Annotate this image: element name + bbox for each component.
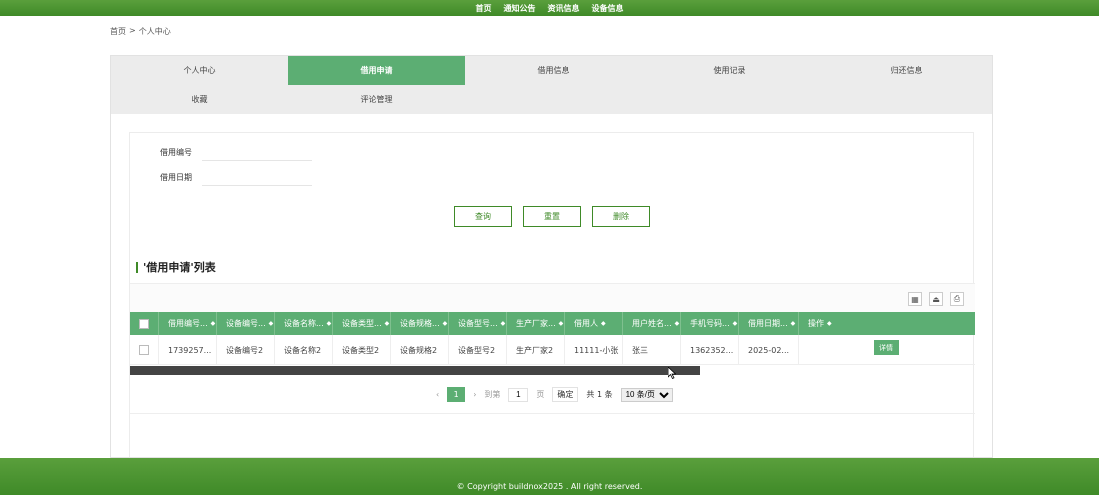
sort-icon[interactable]: ◆: [501, 320, 506, 327]
action-buttons: 查询 重置 删除: [454, 206, 650, 227]
horizontal-scrollbar[interactable]: [130, 366, 700, 375]
header-borrow-date[interactable]: 借用日期... ◆: [739, 312, 799, 335]
sort-icon[interactable]: ◆: [601, 320, 606, 327]
pagination: ‹ 1 › 到第 页 确定 共 1 条 10 条/页: [436, 387, 673, 402]
cell-manufacturer: 生产厂家2: [507, 335, 565, 365]
cell-user-name: 张三: [623, 335, 681, 365]
header-borrower[interactable]: 借用人 ◆: [565, 312, 623, 335]
nav-devices[interactable]: 设备信息: [592, 3, 624, 14]
borrow-no-input[interactable]: [202, 143, 312, 161]
pager-divider: [130, 413, 975, 414]
next-page-icon[interactable]: ›: [473, 390, 476, 399]
cell-borrow-date: 2025-02...: [739, 335, 799, 365]
search-row-borrow-no: 借用编号: [160, 143, 312, 161]
select-all-checkbox[interactable]: [139, 318, 149, 329]
goto-label: 到第: [484, 390, 501, 399]
title-accent-bar: [136, 261, 138, 273]
export-icon[interactable]: ⏏: [929, 292, 943, 306]
page-unit-label: 页: [536, 390, 545, 399]
row-select-cell: [130, 335, 159, 365]
cell-device-spec: 设备规格2: [391, 335, 449, 365]
detail-button[interactable]: 详情: [873, 340, 899, 355]
nav-notice[interactable]: 通知公告: [504, 3, 536, 14]
content-area: 借用编号 借用日期 查询 重置 删除 '借用申请'列表 ▦ ⏏ ⎙ 借用编号..…: [129, 132, 975, 457]
borrow-date-label: 借用日期: [160, 172, 192, 182]
user-center-panel: 个人中心 借用申请 借用信息 使用记录 归还信息 收藏 评论管理 借用编号 借用…: [110, 55, 993, 458]
sort-icon[interactable]: ◆: [791, 320, 796, 327]
columns-icon[interactable]: ▦: [908, 292, 922, 306]
header-device-type[interactable]: 设备类型... ◆: [333, 312, 391, 335]
table-row: 1739257... 设备编号2 设备名称2 设备类型2 设备规格2 设备型号2…: [130, 335, 975, 365]
header-manufacturer[interactable]: 生产厂家... ◆: [507, 312, 565, 335]
search-row-borrow-date: 借用日期: [160, 168, 312, 186]
tab-personal-center[interactable]: 个人中心: [111, 56, 288, 85]
cell-device-model: 设备型号2: [449, 335, 507, 365]
table-header: 借用编号... ◆ 设备编号... ◆ 设备名称... ◆ 设备类型... ◆ 设备规格…: [130, 312, 975, 335]
print-icon[interactable]: ⎙: [950, 292, 964, 306]
footer: © Copyright buildnox2025 . All right res…: [0, 458, 1099, 495]
header-actions: 操作 ◆: [808, 319, 832, 328]
sort-icon[interactable]: ◆: [269, 320, 274, 327]
cell-borrower: 11111-小张: [565, 335, 623, 365]
sort-icon[interactable]: ◆: [327, 320, 332, 327]
row-checkbox[interactable]: [139, 345, 149, 355]
select-all-cell: [130, 312, 159, 335]
page-1-button[interactable]: 1: [447, 387, 466, 402]
delete-button[interactable]: 删除: [592, 206, 650, 227]
page-size-select[interactable]: 10 条/页: [620, 387, 673, 402]
header-device-spec[interactable]: 设备规格... ◆: [391, 312, 449, 335]
header-device-model[interactable]: 设备型号... ◆: [449, 312, 507, 335]
top-nav: 首页 通知公告 资讯信息 设备信息: [0, 0, 1099, 16]
prev-page-icon[interactable]: ‹: [436, 390, 439, 399]
cell-borrow-no: 1739257...: [159, 335, 217, 365]
breadcrumb-separator: >: [129, 26, 136, 35]
list-title-text: '借用申请'列表: [143, 261, 216, 274]
cell-phone: 1362352...: [681, 335, 739, 365]
sort-icon[interactable]: ◆: [559, 320, 564, 327]
tab-usage-record[interactable]: 使用记录: [641, 56, 818, 85]
header-device-no[interactable]: 设备编号... ◆: [217, 312, 275, 335]
table-toolbar: ▦ ⏏ ⎙: [130, 283, 975, 312]
tab-favorites[interactable]: 收藏: [111, 85, 288, 114]
breadcrumb: 首页 > 个人中心: [110, 26, 171, 37]
tab-bar: 个人中心 借用申请 借用信息 使用记录 归还信息 收藏 评论管理: [111, 56, 992, 114]
sort-icon[interactable]: ◆: [211, 320, 216, 327]
header-user-name[interactable]: 用户姓名... ◆: [623, 312, 681, 335]
header-phone[interactable]: 手机号码... ◆: [681, 312, 739, 335]
breadcrumb-home[interactable]: 首页: [110, 26, 126, 37]
cell-device-type: 设备类型2: [333, 335, 391, 365]
query-button[interactable]: 查询: [454, 206, 512, 227]
tab-borrow-info[interactable]: 借用信息: [465, 56, 642, 85]
sort-icon[interactable]: ◆: [443, 320, 448, 327]
sort-icon[interactable]: ◆: [733, 320, 738, 327]
cell-device-no: 设备编号2: [217, 335, 275, 365]
goto-confirm-button[interactable]: 确定: [552, 387, 579, 402]
breadcrumb-current: 个人中心: [138, 27, 171, 36]
borrow-date-input[interactable]: [202, 168, 312, 186]
cell-actions: 详情: [799, 335, 973, 365]
total-count: 共 1 条: [586, 390, 613, 399]
nav-news[interactable]: 资讯信息: [548, 3, 580, 14]
sort-icon[interactable]: ◆: [385, 320, 390, 327]
sort-icon[interactable]: ◆: [827, 320, 832, 327]
tab-return-info[interactable]: 归还信息: [818, 56, 992, 85]
tab-borrow-apply[interactable]: 借用申请: [288, 56, 465, 85]
mouse-cursor-icon: [668, 367, 676, 379]
nav-home[interactable]: 首页: [476, 3, 492, 14]
list-title: '借用申请'列表: [136, 259, 216, 275]
reset-button[interactable]: 重置: [523, 206, 581, 227]
goto-page-input[interactable]: [508, 387, 529, 402]
cell-device-name: 设备名称2: [275, 335, 333, 365]
header-borrow-no[interactable]: 借用编号... ◆: [159, 312, 217, 335]
copyright-text: © Copyright buildnox2025 . All right res…: [456, 482, 643, 491]
tab-comments[interactable]: 评论管理: [288, 85, 465, 114]
sort-icon[interactable]: ◆: [675, 320, 680, 327]
borrow-no-label: 借用编号: [160, 147, 192, 157]
header-device-name[interactable]: 设备名称... ◆: [275, 312, 333, 335]
